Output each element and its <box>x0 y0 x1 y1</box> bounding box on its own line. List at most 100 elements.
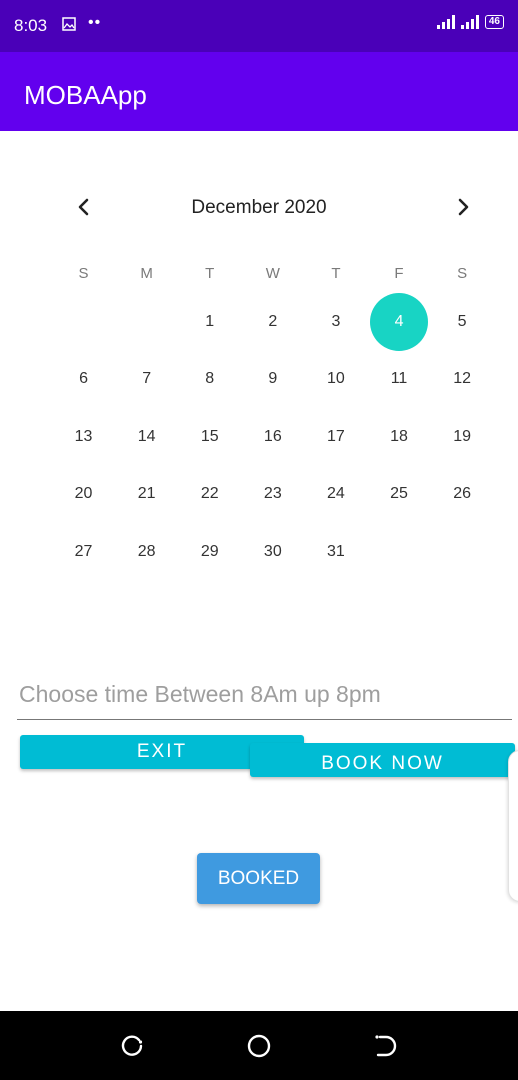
calendar-day[interactable]: 10 <box>304 351 367 409</box>
chevron-right-icon[interactable] <box>451 195 475 219</box>
day-number: 2 <box>268 312 278 330</box>
calendar-day[interactable]: 17 <box>304 408 367 466</box>
weekday-label: M <box>140 265 153 282</box>
time-input[interactable] <box>17 670 512 720</box>
day-number: 30 <box>263 542 282 560</box>
weekday-label: T <box>331 265 341 282</box>
navigation-bar <box>0 1011 518 1080</box>
calendar-day[interactable]: 25 <box>367 466 430 524</box>
calendar-day[interactable]: 28 <box>115 523 178 581</box>
day-number: 14 <box>137 427 156 445</box>
calendar-day[interactable]: 20 <box>52 466 115 524</box>
day-number: 24 <box>327 485 345 503</box>
calendar-day[interactable]: 21 <box>115 466 178 524</box>
day-number: 13 <box>74 427 93 445</box>
calendar-day[interactable]: 15 <box>178 408 241 466</box>
signal-icon <box>460 15 479 29</box>
weekday-header-row: SMTWTFS <box>52 255 494 293</box>
day-number: 4 <box>394 312 404 330</box>
calendar-day[interactable]: 11 <box>367 351 430 409</box>
app-title: MOBAApp <box>24 80 147 110</box>
booked-button[interactable]: BOOKED <box>197 853 320 904</box>
side-panel-edge <box>508 750 518 902</box>
day-number: 16 <box>263 427 282 445</box>
empty-day-cell <box>367 523 430 581</box>
day-number: 25 <box>390 485 408 503</box>
app-bar: MOBAApp <box>0 52 518 131</box>
day-number: 11 <box>390 370 408 388</box>
notification-dots: •• <box>88 14 102 31</box>
calendar-day[interactable]: 9 <box>241 351 304 409</box>
day-number: 19 <box>453 427 471 445</box>
calendar-day[interactable]: 5 <box>431 293 494 351</box>
calendar-day[interactable]: 1 <box>178 293 241 351</box>
signal-icon <box>436 15 455 29</box>
calendar-week-row: 13 14 15 16 17 18 19 <box>52 408 494 466</box>
calendar-day[interactable]: 6 <box>52 351 115 409</box>
calendar-day[interactable]: 24 <box>304 466 367 524</box>
day-number: 26 <box>453 485 471 503</box>
weekday-label: S <box>78 265 89 282</box>
day-number: 28 <box>137 542 156 560</box>
calendar-day[interactable]: 31 <box>304 523 367 581</box>
empty-day-cell <box>115 293 178 351</box>
day-number: 10 <box>327 370 345 388</box>
weekday-label: W <box>265 265 280 282</box>
calendar-day-selected[interactable]: 4 <box>367 293 430 351</box>
calendar-day[interactable]: 7 <box>115 351 178 409</box>
calendar-day[interactable]: 18 <box>367 408 430 466</box>
day-number: 9 <box>268 370 278 388</box>
day-number: 8 <box>205 370 215 388</box>
weekday-label: T <box>205 265 215 282</box>
home-icon[interactable] <box>246 1033 272 1059</box>
empty-day-cell <box>52 293 115 351</box>
calendar-day[interactable]: 13 <box>52 408 115 466</box>
empty-day-cell <box>431 523 494 581</box>
day-number: 3 <box>331 312 341 330</box>
calendar-week-row: 20 21 22 23 24 25 26 <box>52 466 494 524</box>
calendar-day[interactable]: 8 <box>178 351 241 409</box>
weekday-label: S <box>457 265 468 282</box>
day-number: 22 <box>200 485 219 503</box>
day-number: 17 <box>327 427 345 445</box>
status-indicators: 46 <box>436 15 504 29</box>
day-number: 5 <box>457 312 467 330</box>
status-time: 8:03 <box>14 16 48 35</box>
calendar-day[interactable]: 30 <box>241 523 304 581</box>
day-number: 23 <box>263 485 282 503</box>
day-number: 20 <box>74 485 93 503</box>
battery-icon: 46 <box>484 15 504 29</box>
calendar-day[interactable]: 19 <box>431 408 494 466</box>
calendar-day[interactable]: 12 <box>431 351 494 409</box>
day-number: 31 <box>327 542 345 560</box>
calendar-day[interactable]: 29 <box>178 523 241 581</box>
day-number: 7 <box>142 370 152 388</box>
day-number: 6 <box>79 370 88 388</box>
calendar-day[interactable]: 27 <box>52 523 115 581</box>
day-number: 12 <box>453 370 471 388</box>
calendar-week-row: 1 2 3 4 5 <box>52 293 494 351</box>
calendar-week-row: 27 28 29 30 31 <box>52 523 494 581</box>
day-number: 18 <box>390 427 408 445</box>
calendar-day[interactable]: 2 <box>241 293 304 351</box>
calendar-day[interactable]: 26 <box>431 466 494 524</box>
calendar-grid: S M T W T F S 1 2 3 4 5 6 7 8 9 10 11 12 13 14 15 16 17 18 19 20 21… <box>52 255 494 581</box>
calendar-day[interactable]: 3 <box>304 293 367 351</box>
day-number: 1 <box>205 312 215 330</box>
image-icon <box>62 17 76 31</box>
weekday-label: F <box>394 265 404 282</box>
day-number: 15 <box>200 427 219 445</box>
book-now-button[interactable]: BOOK NOW <box>250 743 515 777</box>
day-number: 27 <box>74 542 93 560</box>
calendar-week-row: 6 7 8 9 10 11 12 <box>52 351 494 409</box>
recent-apps-icon[interactable] <box>120 1033 146 1059</box>
month-label: December 2020 <box>191 197 327 218</box>
calendar-day[interactable]: 22 <box>178 466 241 524</box>
calendar-day[interactable]: 16 <box>241 408 304 466</box>
calendar-day[interactable]: 23 <box>241 466 304 524</box>
calendar-day[interactable]: 14 <box>115 408 178 466</box>
day-number: 29 <box>200 542 219 560</box>
back-icon[interactable] <box>372 1033 398 1059</box>
day-number: 21 <box>137 485 156 503</box>
status-bar: 8:03 •• 46 <box>0 0 518 52</box>
